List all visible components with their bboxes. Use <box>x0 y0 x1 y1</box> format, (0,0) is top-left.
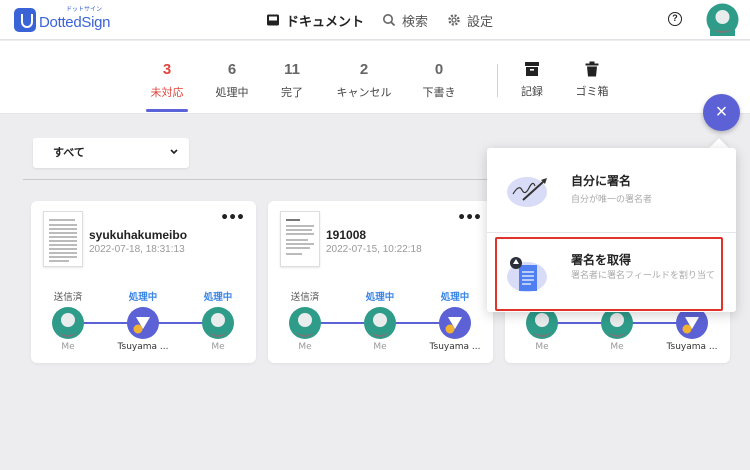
step-status: 処理中 <box>440 292 470 303</box>
signer-name: Me <box>298 342 312 352</box>
logo-subtext: ドットサイン <box>66 6 103 13</box>
step-status: 処理中 <box>128 292 158 303</box>
signer-step: 処理中 Tsuyama ... <box>106 289 180 352</box>
nav-settings-label: 設定 <box>467 14 494 30</box>
document-card[interactable]: 191008 2022-07-15, 10:22:18 ••• 送信済 Me 処… <box>268 201 493 363</box>
signer-name: Me <box>610 342 624 352</box>
signer-progress: 送信済 Me 処理中 Me 処理中 Tsuyama ... <box>268 289 493 359</box>
signer-step: 処理中 Me <box>181 289 255 352</box>
help-icon[interactable]: ? <box>668 12 682 26</box>
tab-count: 3 <box>162 61 172 78</box>
step-status: 処理中 <box>203 292 233 303</box>
nav-documents-label: ドキュメント <box>286 14 365 30</box>
tab-drafts[interactable]: 0 下書き <box>418 41 460 113</box>
step-status: 送信済 <box>290 292 320 303</box>
signer-progress: 送信済 Me 処理中 Tsuyama ... 処理中 Me <box>31 289 256 359</box>
document-date: 2022-07-15, 10:22:18 <box>326 244 422 255</box>
menu-item-description: 自分が唯一の署名者 <box>571 195 653 205</box>
section-divider <box>23 179 503 180</box>
logo-text: DottedSign <box>39 13 111 31</box>
signer-avatar <box>52 307 84 339</box>
selection-highlight <box>495 237 723 311</box>
nav-documents[interactable]: ドキュメント <box>266 0 364 40</box>
document-card[interactable]: syukuhakumeibo 2022-07-18, 18:31:13 ••• … <box>31 201 256 363</box>
trash-icon <box>585 61 599 77</box>
step-status: 処理中 <box>365 292 395 303</box>
tab-count: 6 <box>227 61 237 78</box>
inbox-icon <box>267 14 279 26</box>
logo-icon <box>14 8 36 32</box>
signer-name: Me <box>211 342 225 352</box>
signer-step: 処理中 Tsuyama ... <box>418 289 492 352</box>
tab-count: 0 <box>434 61 444 78</box>
tab-archive[interactable]: 記録 <box>516 41 548 113</box>
document-thumbnail <box>43 211 83 267</box>
tab-in-progress[interactable]: 6 処理中 <box>211 41 253 113</box>
chevron-down-icon <box>170 149 178 155</box>
signer-step: 送信済 Me <box>268 289 342 352</box>
filter-select[interactable]: すべて <box>33 138 189 168</box>
signer-step: 処理中 Me <box>343 289 417 352</box>
close-menu-button[interactable]: × <box>703 94 740 131</box>
signer-name: Tsuyama ... <box>429 342 481 352</box>
filter-value: すべて <box>53 146 85 159</box>
nav-search[interactable]: 検索 <box>382 0 428 40</box>
document-date: 2022-07-18, 18:31:13 <box>89 244 185 255</box>
more-options-icon[interactable]: ••• <box>220 211 245 225</box>
document-title: 191008 <box>326 228 367 242</box>
tab-trash[interactable]: ゴミ箱 <box>572 41 612 113</box>
tab-cancelled[interactable]: 2 キャンセル <box>333 41 395 113</box>
signer-name: Tsuyama ... <box>666 342 718 352</box>
tab-count: 11 <box>284 61 300 78</box>
document-thumbnail <box>280 211 320 267</box>
signer-avatar <box>127 307 159 339</box>
more-options-icon[interactable]: ••• <box>457 211 482 225</box>
dottedsign-logo[interactable]: DottedSign ドットサイン <box>14 6 111 34</box>
top-bar: DottedSign ドットサイン ドキュメント 検索 設定 ? <box>0 0 750 40</box>
gear-icon <box>448 14 460 26</box>
signer-name: Me <box>373 342 387 352</box>
signer-avatar <box>364 307 396 339</box>
archive-box-icon <box>525 62 539 76</box>
tab-completed[interactable]: 11 完了 <box>275 41 309 113</box>
nav-search-label: 検索 <box>402 14 429 30</box>
signer-avatar <box>439 307 471 339</box>
user-avatar[interactable] <box>706 3 739 36</box>
signer-name: Me <box>535 342 549 352</box>
document-title: syukuhakumeibo <box>89 228 188 242</box>
status-tab-bar: 3 未対応 6 処理中 11 完了 2 キャンセル 0 下書き 記録 ゴミ箱 <box>0 41 750 114</box>
search-icon <box>383 14 396 27</box>
tab-label: 未対応 <box>150 86 184 99</box>
tab-label: ゴミ箱 <box>575 85 609 98</box>
tab-divider <box>497 64 498 97</box>
step-status: 送信済 <box>53 292 83 303</box>
tab-label: 下書き <box>422 86 456 99</box>
tab-count: 2 <box>359 61 369 78</box>
signer-step: 送信済 Me <box>31 289 105 352</box>
signer-name: Me <box>61 342 75 352</box>
tab-label: 記録 <box>521 85 543 98</box>
self-sign-illustration <box>507 177 547 207</box>
tab-pending[interactable]: 3 未対応 <box>146 41 188 113</box>
nav-settings[interactable]: 設定 <box>447 0 493 40</box>
menu-item-self-sign[interactable]: 自分に署名 自分が唯一の署名者 <box>487 148 736 232</box>
signer-avatar <box>289 307 321 339</box>
menu-item-title: 自分に署名 <box>571 174 632 188</box>
signer-name: Tsuyama ... <box>117 342 169 352</box>
tab-label: 処理中 <box>215 86 249 99</box>
signer-avatar <box>202 307 234 339</box>
tab-label: キャンセル <box>336 86 392 99</box>
tab-label: 完了 <box>281 86 303 99</box>
